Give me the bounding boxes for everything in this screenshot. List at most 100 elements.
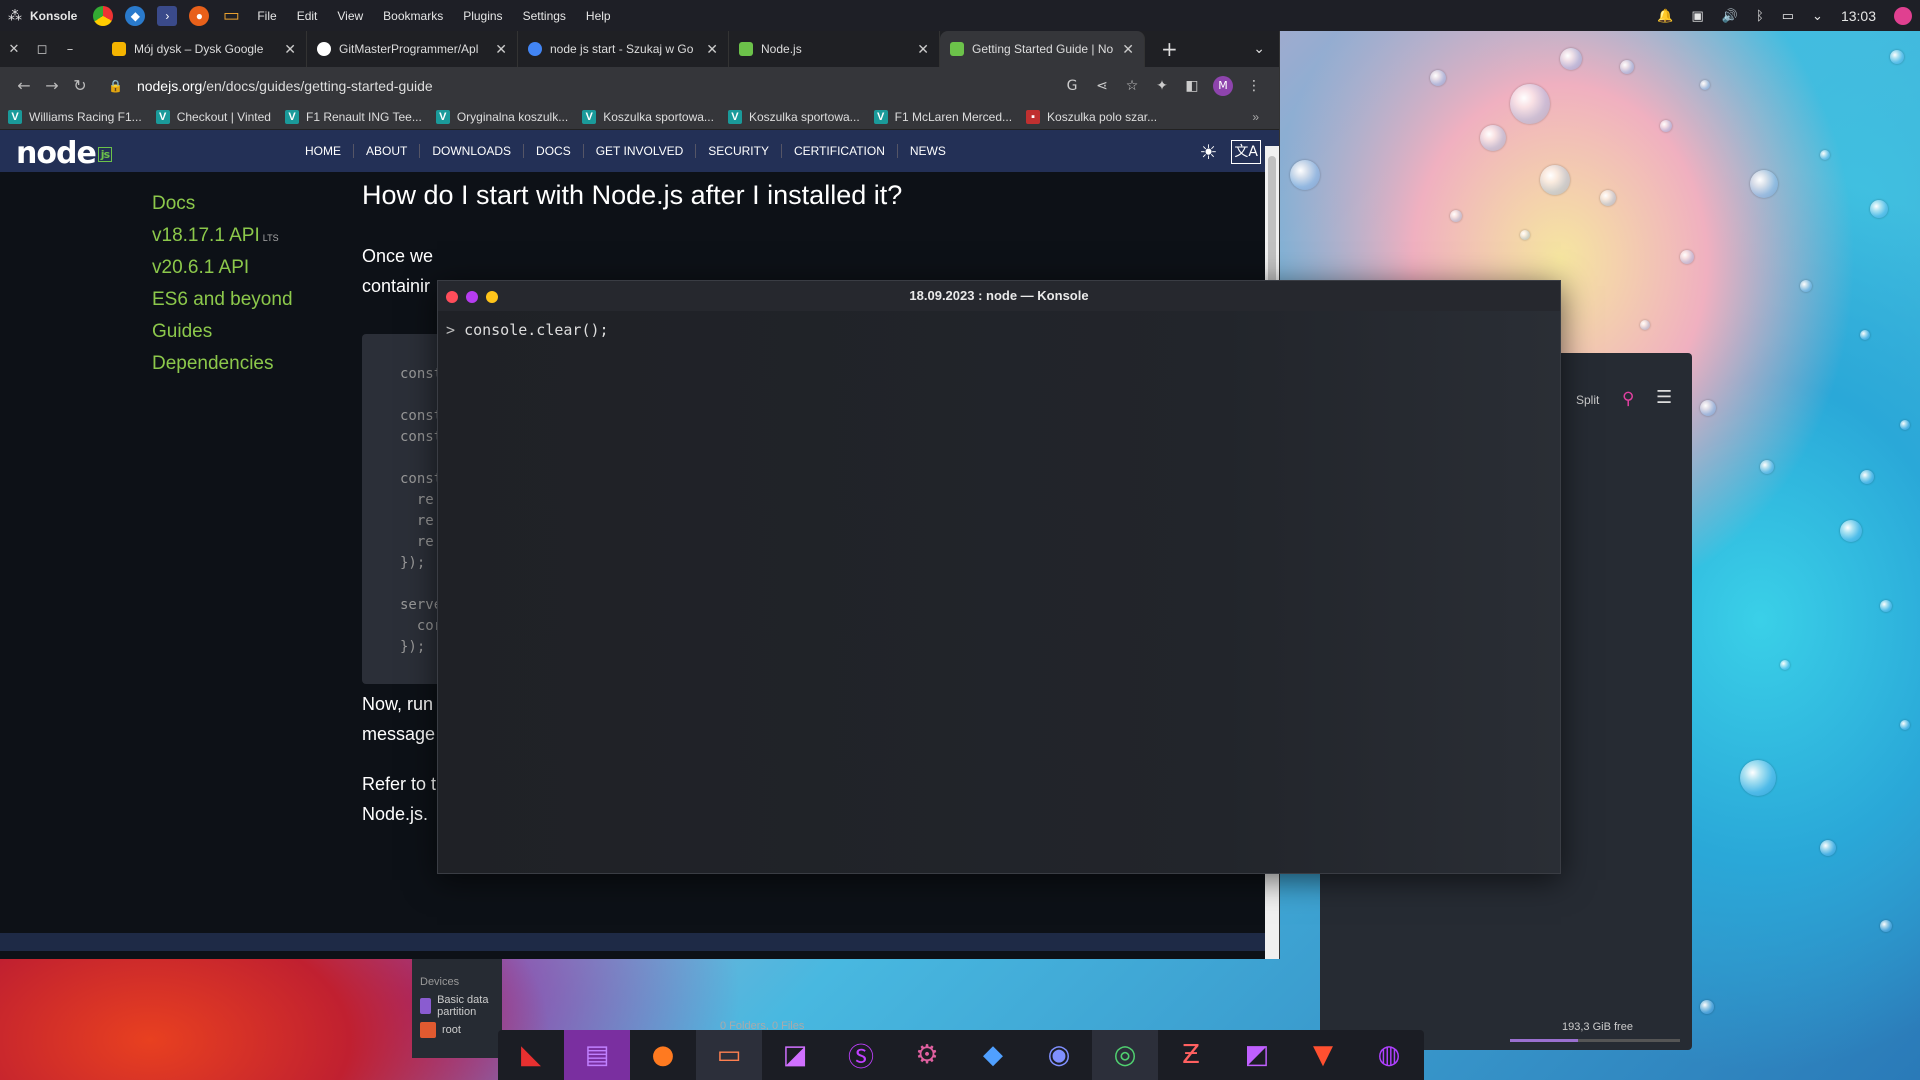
- url-field[interactable]: nodejs.org/en/docs/guides/getting-starte…: [137, 78, 1057, 94]
- display-icon[interactable]: ▭: [1782, 8, 1794, 24]
- tab-getting-started[interactable]: Getting Started Guide | No ✕: [940, 31, 1145, 67]
- menu-help[interactable]: Help: [586, 9, 611, 23]
- bookmark-star-icon[interactable]: ☆: [1117, 78, 1147, 94]
- split-button[interactable]: Split: [1576, 393, 1599, 407]
- taskbar-settings-icon[interactable]: ⚙: [894, 1030, 960, 1080]
- menu-settings[interactable]: Settings: [523, 9, 566, 23]
- nav-get-involved[interactable]: GET INVOLVED: [584, 144, 697, 158]
- menu-bookmarks[interactable]: Bookmarks: [383, 9, 443, 23]
- vscode-icon[interactable]: ◆: [125, 5, 146, 26]
- tab-github[interactable]: GitMasterProgrammer/Apl ✕: [307, 31, 518, 67]
- close-icon[interactable]: ✕: [917, 41, 929, 58]
- bubble: [1880, 920, 1892, 932]
- tab-search-icon[interactable]: ⌄: [1253, 41, 1265, 57]
- bookmark-item[interactable]: V Checkout | Vinted: [155, 109, 271, 124]
- more-bookmarks-icon[interactable]: »: [1252, 110, 1259, 124]
- bubble: [1520, 230, 1530, 240]
- chrome-icon[interactable]: [93, 5, 114, 26]
- nav-docs[interactable]: DOCS: [524, 144, 584, 158]
- launcher-icon[interactable]: ⁂: [8, 7, 22, 24]
- folder-icon[interactable]: ▭: [221, 5, 241, 26]
- language-icon[interactable]: 文A: [1231, 140, 1261, 164]
- profile-avatar[interactable]: M: [1213, 75, 1233, 96]
- device-item[interactable]: root: [420, 1022, 502, 1038]
- bookmark-item[interactable]: V F1 McLaren Merced...: [873, 109, 1012, 124]
- sidebar-item-guides[interactable]: Guides: [152, 321, 293, 343]
- firefox-icon[interactable]: ●: [189, 5, 210, 26]
- close-window-icon[interactable]: ✕: [0, 42, 28, 57]
- sidebar-item-dependencies[interactable]: Dependencies: [152, 353, 293, 375]
- share-icon[interactable]: ⋖: [1087, 78, 1117, 94]
- extensions-icon[interactable]: ✦: [1147, 78, 1177, 94]
- forward-icon[interactable]: →: [38, 76, 66, 95]
- taskbar-terminal-icon[interactable]: ▤: [564, 1030, 630, 1080]
- bookmark-item[interactable]: V Koszulka sportowa...: [582, 109, 714, 124]
- close-icon[interactable]: ✕: [706, 41, 718, 58]
- menu-file[interactable]: File: [257, 9, 276, 23]
- chevron-down-icon[interactable]: ⌄: [1812, 8, 1823, 24]
- nav-news[interactable]: NEWS: [898, 144, 958, 158]
- nav-home[interactable]: HOME: [293, 144, 354, 158]
- taskbar-brave-icon[interactable]: ▼: [1290, 1030, 1356, 1080]
- taskbar-chrome-icon[interactable]: ◎: [1092, 1030, 1158, 1080]
- nav-certification[interactable]: CERTIFICATION: [782, 144, 898, 158]
- menu-edit[interactable]: Edit: [297, 9, 318, 23]
- close-icon[interactable]: ✕: [284, 41, 296, 58]
- tab-google-search[interactable]: node js start - Szukaj w Go ✕: [518, 31, 729, 67]
- taskbar-bird-icon[interactable]: ◣: [498, 1030, 564, 1080]
- sidebar-item-v18[interactable]: v18.17.1 API LTS: [152, 225, 293, 247]
- google-lens-icon[interactable]: G: [1057, 78, 1087, 94]
- taskbar-files-icon[interactable]: ▭: [696, 1030, 762, 1080]
- nav-security[interactable]: SECURITY: [696, 144, 782, 158]
- back-icon[interactable]: ←: [10, 76, 38, 95]
- taskbar-vscode-icon[interactable]: ◆: [960, 1030, 1026, 1080]
- new-tab-button[interactable]: +: [1161, 37, 1178, 61]
- minimize-icon[interactable]: –: [56, 42, 84, 57]
- maximize-icon[interactable]: ◻: [28, 42, 56, 57]
- clipboard-icon[interactable]: ▣: [1691, 8, 1703, 24]
- minimize-window-button[interactable]: [466, 291, 478, 303]
- bookmark-item[interactable]: ▪ Koszulka polo szar...: [1026, 109, 1157, 124]
- side-panel-icon[interactable]: ◧: [1177, 78, 1207, 94]
- nav-about[interactable]: ABOUT: [354, 144, 421, 158]
- bluetooth-icon[interactable]: ᛒ: [1756, 8, 1764, 23]
- konsole-titlebar[interactable]: 18.09.2023 : node — Konsole: [438, 281, 1560, 311]
- taskbar-discord-icon[interactable]: ◉: [1026, 1030, 1092, 1080]
- bookmark-item[interactable]: V Koszulka sportowa...: [727, 109, 860, 124]
- volume-icon[interactable]: 🔊: [1722, 8, 1738, 24]
- menu-icon[interactable]: ☰: [1656, 387, 1672, 408]
- reload-icon[interactable]: ↻: [66, 76, 94, 95]
- tab-google-drive[interactable]: Mój dysk – Dysk Google ✕: [102, 31, 307, 67]
- bookmark-item[interactable]: V Oryginalna koszulk...: [435, 109, 568, 124]
- close-window-button[interactable]: [446, 291, 458, 303]
- taskbar-monitor-icon[interactable]: ◪: [762, 1030, 828, 1080]
- theme-toggle-icon[interactable]: ☀: [1199, 140, 1217, 164]
- bookmark-item[interactable]: V Williams Racing F1...: [8, 109, 142, 124]
- taskbar-s-icon[interactable]: Ⓢ: [828, 1030, 894, 1080]
- more-menu-icon[interactable]: ⋮: [1239, 78, 1269, 94]
- sidebar-item-v20[interactable]: v20.6.1 API: [152, 257, 293, 279]
- terminal-area[interactable]: > console.clear();: [438, 311, 1560, 873]
- close-icon[interactable]: ✕: [1122, 41, 1134, 58]
- device-item[interactable]: Basic data partition: [420, 994, 502, 1018]
- taskbar-tool-icon[interactable]: ◩: [1224, 1030, 1290, 1080]
- notifications-icon[interactable]: 🔔: [1657, 8, 1673, 24]
- menu-view[interactable]: View: [337, 9, 363, 23]
- clock[interactable]: 13:03: [1841, 8, 1876, 24]
- maximize-window-button[interactable]: [486, 291, 498, 303]
- nav-downloads[interactable]: DOWNLOADS: [420, 144, 525, 158]
- close-icon[interactable]: ✕: [495, 41, 507, 58]
- user-avatar[interactable]: [1894, 6, 1912, 25]
- bookmark-item[interactable]: V F1 Renault ING Tee...: [284, 109, 422, 124]
- lock-icon[interactable]: 🔒: [108, 79, 123, 93]
- nodejs-logo[interactable]: node js: [16, 136, 113, 171]
- sidebar-item-docs[interactable]: Docs: [152, 193, 293, 215]
- taskbar-tor-icon[interactable]: ◍: [1356, 1030, 1422, 1080]
- sidebar-item-es6[interactable]: ES6 and beyond: [152, 289, 293, 311]
- taskbar-firefox-icon[interactable]: ●: [630, 1030, 696, 1080]
- terminal-icon[interactable]: ›: [157, 5, 178, 26]
- taskbar-filezilla-icon[interactable]: Ƶ: [1158, 1030, 1224, 1080]
- search-icon[interactable]: ⚲: [1622, 389, 1634, 409]
- menu-plugins[interactable]: Plugins: [463, 9, 502, 23]
- tab-nodejs[interactable]: Node.js ✕: [729, 31, 940, 67]
